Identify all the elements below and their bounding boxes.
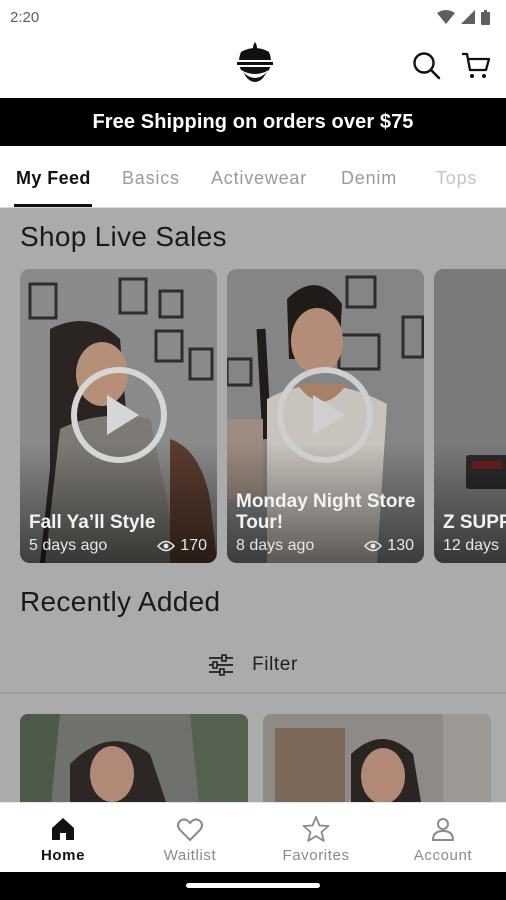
section-divider	[0, 692, 506, 694]
live-sale-age: 5 days ago	[29, 537, 108, 554]
heart-icon	[177, 818, 203, 842]
product-image	[20, 714, 248, 802]
person-icon	[431, 818, 455, 841]
category-tabs: My Feed Basics Activewear Denim Tops	[0, 146, 506, 208]
star-icon	[302, 816, 330, 842]
live-sale-age: 12 days	[443, 537, 500, 554]
live-sale-card[interactable]: Z SUPP 12 days	[434, 269, 506, 563]
filter-button[interactable]: Filter	[0, 640, 506, 690]
product-card[interactable]	[20, 714, 248, 802]
nav-favorites-label: Favorites	[282, 847, 350, 864]
tab-tops[interactable]: Tops	[436, 168, 477, 189]
nav-home-label: Home	[40, 847, 86, 864]
nav-favorites[interactable]: Favorites	[253, 803, 379, 873]
live-sale-title: Monday Night Store Tour!	[236, 491, 416, 533]
nav-account-label: Account	[413, 847, 473, 864]
product-card[interactable]	[263, 714, 491, 802]
search-icon[interactable]	[411, 50, 441, 80]
app-bar	[0, 34, 506, 98]
live-sale-age: 8 days ago	[236, 537, 315, 554]
tab-denim[interactable]: Denim	[341, 168, 397, 189]
view-count: 130	[364, 537, 414, 555]
eye-icon	[364, 540, 383, 552]
eye-icon	[157, 540, 176, 552]
product-image	[263, 714, 491, 802]
view-count-value: 130	[387, 537, 414, 554]
tab-activewear[interactable]: Activewear	[211, 168, 307, 189]
tab-my-feed[interactable]: My Feed	[16, 168, 91, 189]
recently-added-title: Recently Added	[20, 586, 221, 617]
live-sale-title: Z SUPP	[443, 512, 506, 533]
view-count: 170	[157, 537, 207, 555]
live-sales-title: Shop Live Sales	[20, 221, 227, 252]
status-time: 2:20	[10, 8, 40, 26]
live-sale-card[interactable]: Fall Ya’ll Style 5 days ago 170	[20, 269, 217, 563]
wifi-icon	[437, 10, 455, 24]
sliders-icon	[209, 654, 234, 676]
nav-waitlist[interactable]: Waitlist	[127, 803, 253, 873]
play-icon[interactable]	[69, 365, 169, 465]
home-icon	[52, 818, 74, 840]
system-gesture-bar	[0, 872, 506, 900]
nav-account[interactable]: Account	[380, 803, 506, 873]
live-sale-title: Fall Ya’ll Style	[29, 512, 156, 533]
free-shipping-banner: Free Shipping on orders over $75	[0, 98, 506, 146]
live-sale-card[interactable]: Monday Night Store Tour! 8 days ago 130	[227, 269, 424, 563]
status-bar: 2:20	[0, 0, 506, 34]
play-icon[interactable]	[275, 365, 375, 465]
cart-icon[interactable]	[461, 50, 491, 80]
nav-waitlist-label: Waitlist	[163, 847, 217, 864]
status-icons	[437, 9, 490, 25]
filter-label: Filter	[252, 654, 298, 675]
signal-icon	[461, 10, 475, 24]
battery-icon	[481, 9, 490, 25]
active-tab-indicator	[14, 204, 92, 207]
view-count-value: 170	[180, 537, 207, 554]
tab-basics[interactable]: Basics	[122, 168, 180, 189]
feed-content: Shop Live Sales Fall Ya’ll Style 5 days …	[0, 208, 506, 802]
banner-text: Free Shipping on orders over $75	[92, 110, 414, 133]
brand-logo[interactable]	[229, 40, 281, 86]
nav-home[interactable]: Home	[0, 803, 126, 873]
bottom-nav: Home Waitlist Favorites Account	[0, 802, 506, 872]
home-gesture-handle[interactable]	[186, 883, 320, 888]
